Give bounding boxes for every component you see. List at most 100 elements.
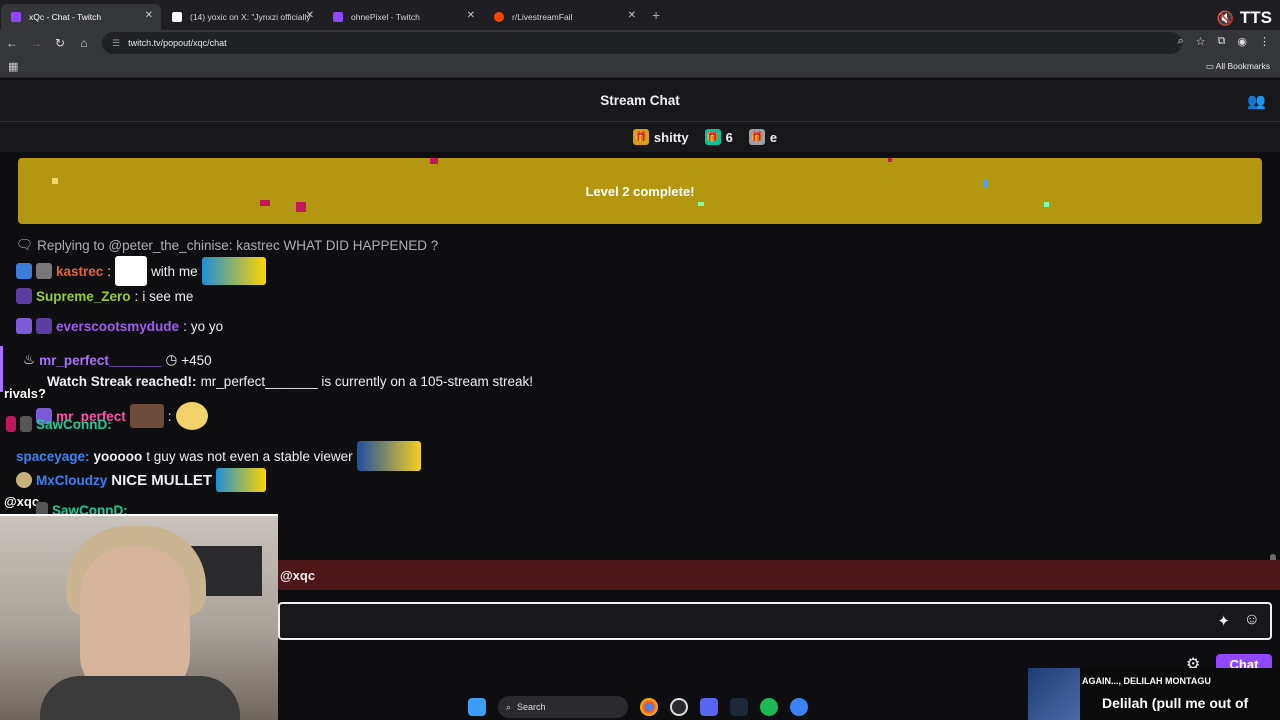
level-banner-text: Level 2 complete! — [585, 183, 695, 199]
site-info-icon[interactable]: ☰ — [112, 38, 120, 49]
windows-start-icon[interactable] — [468, 698, 486, 716]
gift-entry-label: e — [769, 129, 778, 145]
minion-emote — [356, 441, 421, 471]
chat-message: kastrec: with me — [16, 256, 266, 286]
tab-title: r/LivestreamFail — [512, 12, 573, 22]
emote-image — [115, 256, 148, 286]
url-input[interactable]: ☰ twitch.tv/popout/xqc/chat — [102, 32, 1182, 54]
now-playing-artist: AGAIN..., DELILAH MONTAGU — [1082, 676, 1211, 686]
reddit-favicon-icon — [494, 12, 504, 22]
all-bookmarks-link[interactable]: ▭ All Bookmarks — [1206, 61, 1270, 72]
reload-icon[interactable]: ↻ — [48, 36, 72, 50]
chat-message-text: yo yo — [190, 318, 224, 334]
toolbar-icons: ⌕ ☆ ⧉ ◉ ⋮ — [1177, 35, 1270, 48]
users-icon[interactable]: 👥 — [1247, 92, 1266, 110]
new-tab-button[interactable]: + — [652, 7, 660, 23]
chrome-icon[interactable] — [640, 698, 658, 716]
forward-icon[interactable]: → — [24, 36, 48, 50]
gift-entry-label: shitty — [653, 129, 689, 145]
gift-entry[interactable]: 🎁 6 — [704, 129, 733, 145]
obs-icon[interactable] — [670, 698, 688, 716]
reply-icon: 🗨 — [16, 237, 34, 252]
mention-text: @xqc — [280, 567, 316, 583]
close-icon[interactable]: ✕ — [467, 10, 475, 21]
address-bar-row: ← → ↻ ⌂ ☰ twitch.tv/popout/xqc/chat ⌕ ☆ … — [0, 30, 1280, 56]
watch-streak-notice: ♨ mr_perfect_______ ◷ +450 Watch Streak … — [0, 346, 640, 392]
chat-message-text: i see me — [142, 288, 194, 304]
close-icon[interactable]: ✕ — [628, 10, 636, 21]
chat-title: Stream Chat — [600, 93, 680, 108]
steam-icon[interactable] — [730, 698, 748, 716]
confetti-piece — [983, 180, 987, 188]
streak-body: Watch Streak reached!: mr_perfect_______… — [47, 374, 533, 389]
streak-header: ♨ mr_perfect_______ ◷ +450 — [23, 352, 212, 368]
chat-message: everscootsmydude: yo yo — [16, 318, 223, 334]
confetti-piece — [52, 178, 58, 184]
confetti-piece — [260, 200, 270, 206]
tab-xqc-chat[interactable]: xQc - Chat - Twitch ✕ — [1, 4, 161, 30]
home-icon[interactable]: ⌂ — [72, 36, 96, 50]
apps-grid-icon[interactable]: ▦ — [8, 60, 18, 73]
gift-entry[interactable]: 🎁 e — [748, 129, 778, 145]
points-icon: ◷ — [165, 352, 178, 367]
back-icon[interactable]: ← — [0, 36, 24, 50]
streak-points: +450 — [181, 352, 212, 368]
app-icon[interactable] — [790, 698, 808, 716]
overlay-chat-line: spaceyage: yooooo t guy was not even a s… — [16, 441, 421, 471]
menu-icon[interactable]: ⋮ — [1259, 35, 1270, 48]
gift-entry-label: 6 — [725, 129, 733, 145]
overlay-username: MxCloudzy — [36, 472, 108, 488]
tab-x-post[interactable]: (14) yoxic on X: "Jynxzi officially ✕ — [162, 4, 322, 30]
reply-line: 🗨 Replying to @peter_the_chinise: kastre… — [16, 237, 438, 253]
chat-input[interactable]: ✦ ☺ — [278, 602, 1272, 640]
gift-icon: 🎁 — [632, 129, 649, 145]
album-art — [1028, 668, 1080, 720]
streak-username[interactable]: mr_perfect_______ — [39, 353, 161, 368]
speaker-badge-icon — [20, 416, 32, 432]
streamer-shirt — [40, 676, 240, 720]
emote-image — [201, 257, 266, 285]
discord-icon[interactable] — [700, 698, 718, 716]
chat-username[interactable]: kastrec — [56, 264, 103, 279]
bookmark-star-icon[interactable]: ☆ — [1196, 35, 1206, 48]
sub-badge-icon — [16, 318, 32, 334]
chat-header: Stream Chat 👥 — [0, 80, 1280, 122]
badge-icon — [6, 416, 16, 432]
close-icon[interactable]: ✕ — [145, 10, 153, 21]
gift-entry[interactable]: 🎁 shitty — [632, 129, 689, 145]
now-playing-title: Delilah (pull me out of — [1102, 695, 1249, 711]
tab-livestreamfail[interactable]: r/LivestreamFail ✕ — [484, 4, 644, 30]
confetti-piece — [430, 158, 438, 164]
chat-username[interactable]: Supreme_Zero — [36, 289, 131, 304]
overlay-chat-line: SawConnD: — [6, 416, 112, 432]
overlay-chat-line: MxCloudzy NICE MULLET — [16, 468, 267, 492]
tab-ohnepixel[interactable]: ohnePixel - Twitch ✕ — [323, 4, 483, 30]
close-icon[interactable]: ✕ — [306, 10, 314, 21]
sword-badge-icon — [16, 288, 32, 304]
overlay-text: NICE MULLET — [111, 471, 213, 489]
gift-leaderboard: 🎁 shitty 🎁 6 🎁 e — [0, 122, 1280, 152]
smile-emote — [175, 402, 208, 430]
chat-username[interactable]: everscootsmydude — [56, 319, 179, 334]
confetti-piece — [888, 158, 892, 162]
spotify-icon[interactable] — [760, 698, 778, 716]
tab-title: xQc - Chat - Twitch — [29, 12, 102, 22]
taskbar-search[interactable]: ⌕ Search — [498, 696, 628, 718]
gift-icon: 🎁 — [704, 129, 721, 145]
now-playing-overlay: AGAIN..., DELILAH MONTAGU Delilah (pull … — [1028, 668, 1280, 720]
avatar-emote — [129, 404, 164, 428]
emoji-picker-icon[interactable]: ☺ — [1244, 611, 1260, 629]
overlay-text: yooooo — [93, 448, 143, 464]
bits-icon[interactable]: ✦ — [1217, 612, 1230, 630]
chat-messages[interactable]: Level 2 complete! 🗨 Replying to @peter_t… — [0, 152, 1280, 560]
extensions-icon[interactable]: ⧉ — [1218, 35, 1226, 48]
zoom-icon[interactable]: ⌕ — [1177, 35, 1183, 48]
streak-text: mr_perfect_______ is currently on a 105-… — [200, 374, 533, 389]
overlay-snippet: @xqc — [4, 494, 40, 509]
tts-label: TTS — [1239, 8, 1272, 27]
overlay-username: spaceyage: — [16, 448, 90, 464]
muted-speaker-icon: 🔇 — [1216, 9, 1234, 26]
overlay-extra-text: t guy was not even a stable viewer — [146, 448, 353, 464]
profile-avatar[interactable]: ◉ — [1237, 35, 1247, 48]
overlay-username: SawConnD: — [36, 416, 112, 432]
